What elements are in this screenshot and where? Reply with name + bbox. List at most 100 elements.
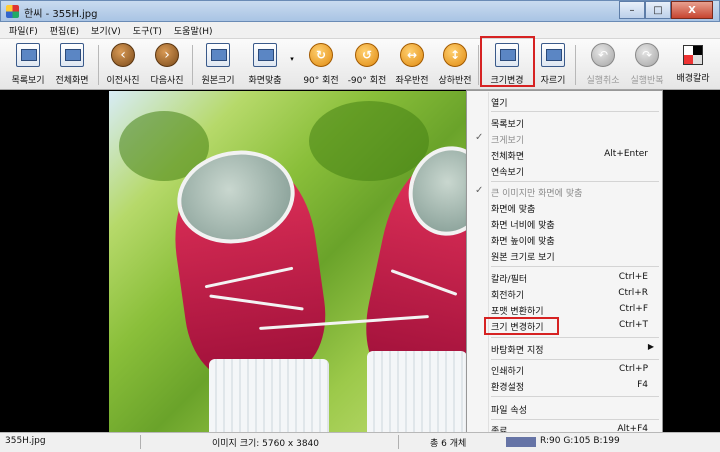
fullscreen-button[interactable]: 전체화면	[52, 43, 92, 86]
resize-menu-highlight-box	[484, 317, 559, 335]
flip-vertical-icon: ↕	[443, 43, 467, 67]
menu-item-fit-screen[interactable]: 화면에 맞춤	[469, 200, 660, 215]
left-sock	[209, 359, 329, 432]
previous-button[interactable]: ‹ 이전사진	[104, 43, 142, 86]
menu-item-fit-width[interactable]: 화면 너비에 맞춤	[469, 216, 660, 231]
menu-bar: 파일(F) 편집(E) 보기(V) 도구(T) 도움말(H)	[0, 22, 720, 38]
undo-label: 실행취소	[586, 76, 620, 86]
app-icon	[6, 5, 19, 18]
menu-item-shortcut: Ctrl+P	[619, 364, 648, 374]
crop-label: 자르기	[540, 76, 566, 86]
flip-horizontal-icon: ↔	[400, 43, 424, 67]
menu-item-label: 칼라/필터	[491, 275, 528, 285]
menu-item-label: 크게보기	[491, 136, 525, 146]
fit-screen-icon	[253, 43, 277, 67]
menu-item-label: 화면 높이에 맞춤	[491, 237, 555, 247]
check-icon: ✓	[475, 185, 484, 196]
menu-item-print[interactable]: 인쇄하기 Ctrl+P	[469, 362, 660, 377]
fit-screen-button[interactable]: 화면맞춤	[244, 43, 286, 86]
menu-item-label: 연속보기	[491, 168, 525, 178]
fullscreen-icon	[60, 43, 84, 67]
menu-item-fullscreen[interactable]: 전체화면 Alt+Enter	[469, 147, 660, 162]
undo-button[interactable]: ↶ 실행취소	[582, 43, 624, 86]
foliage	[309, 101, 429, 181]
toolbar-separator	[98, 45, 99, 85]
menu-item-set-wallpaper[interactable]: 바탕화면 지정 ▶	[469, 341, 660, 356]
menu-edit[interactable]: 편집(E)	[44, 22, 85, 38]
flip-horizontal-button[interactable]: ↔ 좌우반전	[392, 43, 432, 86]
toolbar-separator	[478, 45, 479, 85]
chevron-down-icon: ▾	[290, 55, 294, 63]
menu-item-label: 열기	[491, 99, 508, 109]
menu-item-label: 포맷 변환하기	[491, 307, 544, 317]
menu-item-fit-large-only[interactable]: ✓ 큰 이미지만 화면에 맞춤	[469, 184, 660, 199]
rotate-right-button[interactable]: ↻ 90° 회전	[300, 43, 342, 86]
menu-separator	[491, 359, 659, 360]
menu-item-settings[interactable]: 환경설정 F4	[469, 378, 660, 393]
list-view-button[interactable]: 목록보기	[8, 43, 48, 86]
window-title: 한씨 - 355H.jpg	[24, 9, 98, 20]
menu-file[interactable]: 파일(F)	[3, 22, 44, 38]
menu-item-shortcut: Ctrl+E	[618, 272, 648, 282]
menu-item-list-view[interactable]: 목록보기	[469, 115, 660, 130]
rotate-right-label: 90° 회전	[303, 76, 339, 86]
menu-view[interactable]: 보기(V)	[85, 22, 127, 38]
check-icon: ✓	[475, 132, 484, 143]
original-size-icon	[206, 43, 230, 67]
menu-item-large-view[interactable]: ✓ 크게보기	[469, 131, 660, 146]
redo-icon: ↷	[635, 43, 659, 67]
menu-item-shortcut: Alt+Enter	[604, 149, 648, 159]
redo-button[interactable]: ↷ 실행반복	[626, 43, 668, 86]
previous-label: 이전사진	[106, 76, 140, 86]
menu-item-label: 원본 크기로 보기	[491, 253, 555, 263]
menu-item-color-filter[interactable]: 칼라/필터 Ctrl+E	[469, 270, 660, 285]
menu-item-fit-height[interactable]: 화면 높이에 맞춤	[469, 232, 660, 247]
menu-item-file-properties[interactable]: 파일 속성	[469, 401, 660, 416]
background-color-icon	[683, 45, 703, 65]
toolbar-separator	[575, 45, 576, 85]
menu-item-original-size[interactable]: 원본 크기로 보기	[469, 248, 660, 263]
menu-item-label: 회전하기	[491, 291, 525, 301]
menu-item-shortcut: Ctrl+T	[618, 320, 648, 330]
menu-separator	[491, 266, 659, 267]
title-bar: 한씨 - 355H.jpg – □ X	[0, 0, 720, 22]
menu-item-shortcut: Ctrl+F	[619, 304, 648, 314]
menu-item-label: 화면에 맞춤	[491, 205, 536, 215]
close-button[interactable]: X	[671, 1, 713, 19]
rotate-left-button[interactable]: ↺ -90° 회전	[345, 43, 389, 86]
menu-item-label: 큰 이미지만 화면에 맞춤	[491, 189, 583, 199]
redo-label: 실행반복	[630, 76, 664, 86]
menu-item-label: 전체화면	[491, 152, 525, 162]
fit-screen-label: 화면맞춤	[248, 76, 282, 86]
fit-screen-dropdown[interactable]: ▾	[288, 55, 296, 63]
status-separator	[140, 435, 141, 449]
menu-tools[interactable]: 도구(T)	[127, 22, 168, 38]
flip-vertical-button[interactable]: ↕ 상하반전	[435, 43, 475, 86]
menu-item-label: 화면 너비에 맞춤	[491, 221, 555, 231]
crop-button[interactable]: 자르기	[537, 43, 569, 86]
status-bar: 355H.jpg 이미지 크기: 5760 x 3840 총 6 개체 R:90…	[0, 432, 720, 452]
menu-separator	[491, 181, 659, 182]
menu-item-rotate[interactable]: 회전하기 Ctrl+R	[469, 286, 660, 301]
menu-item-slideshow[interactable]: 연속보기	[469, 163, 660, 178]
status-color-swatch	[506, 437, 536, 447]
toolbar-separator	[192, 45, 193, 85]
toolbar: 목록보기 전체화면 ‹ 이전사진 › 다음사진 원본크기 화면맞춤 ▾ ↻ 90…	[0, 36, 720, 90]
list-view-label: 목록보기	[11, 76, 45, 86]
minimize-button[interactable]: –	[619, 1, 645, 19]
status-count: 총 6 개체	[430, 439, 467, 449]
next-label: 다음사진	[150, 76, 184, 86]
menu-help[interactable]: 도움말(H)	[168, 22, 219, 38]
original-size-button[interactable]: 원본크기	[198, 43, 238, 86]
next-button[interactable]: › 다음사진	[148, 43, 186, 86]
background-color-button[interactable]: 배경칼라	[672, 43, 714, 84]
menu-item-convert-format[interactable]: 포맷 변환하기 Ctrl+F	[469, 302, 660, 317]
menu-item-label: 인쇄하기	[491, 367, 525, 377]
photo-sneakers	[109, 91, 468, 432]
menu-item-label: 바탕화면 지정	[491, 346, 544, 356]
resize-highlight-box	[480, 36, 535, 87]
status-image-size: 이미지 크기: 5760 x 3840	[212, 439, 320, 449]
list-view-icon	[16, 43, 40, 67]
menu-item-open[interactable]: 열기	[469, 94, 660, 109]
maximize-button[interactable]: □	[645, 1, 671, 19]
